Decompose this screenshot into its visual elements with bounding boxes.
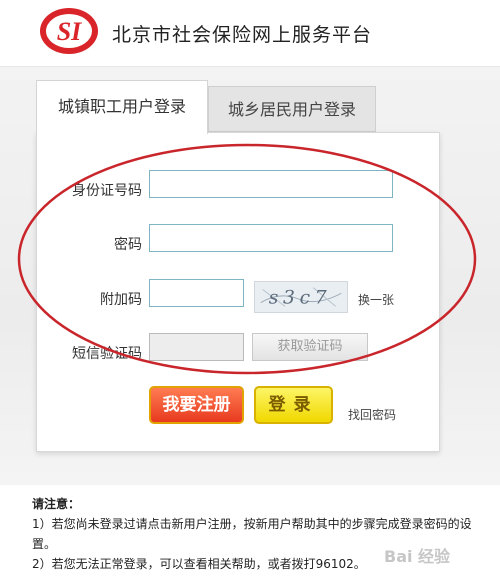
password-label: 密码 (114, 237, 142, 253)
captcha-image[interactable]: s3c7 (254, 281, 348, 313)
sms-code-input[interactable] (149, 333, 244, 361)
watermark-text: Bai 经验 (384, 547, 451, 566)
id-number-label: 身份证号码 (72, 183, 142, 199)
logo-text: SI (57, 17, 82, 46)
get-sms-code-button[interactable]: 获取验证码 (252, 333, 368, 361)
baidu-watermark: Bai 经验 (384, 547, 451, 566)
sms-code-label: 短信验证码 (72, 346, 142, 362)
refresh-captcha-link[interactable]: 换一张 (358, 291, 394, 308)
tab-urban-rural-resident-login[interactable]: 城乡居民用户登录 (208, 86, 376, 132)
site-header: SI 北京市社会保险网上服务平台 (0, 0, 500, 67)
captcha-text: s3c7 (269, 288, 332, 309)
forgot-password-link[interactable]: 找回密码 (348, 406, 396, 423)
register-button[interactable]: 我要注册 (149, 386, 244, 424)
captcha-label: 附加码 (100, 292, 142, 308)
login-button[interactable]: 登录 (254, 386, 333, 424)
social-insurance-logo: SI (40, 8, 98, 54)
tab-urban-worker-login[interactable]: 城镇职工用户登录 (36, 80, 208, 134)
password-input[interactable] (149, 224, 393, 252)
captcha-input[interactable] (149, 279, 244, 307)
notice-title: 请注意： (32, 497, 81, 511)
id-number-input[interactable] (149, 170, 393, 198)
site-title: 北京市社会保险网上服务平台 (112, 24, 373, 46)
